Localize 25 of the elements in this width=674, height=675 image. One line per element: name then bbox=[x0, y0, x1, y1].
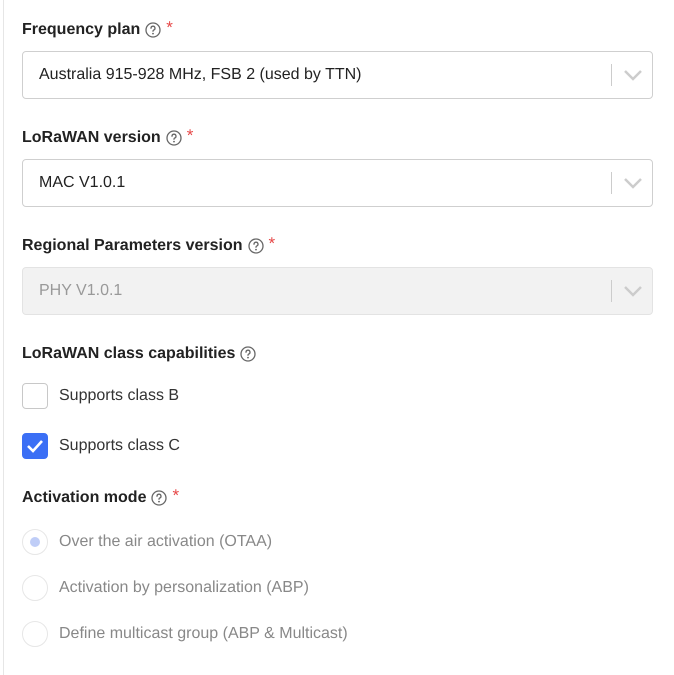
chevron-down-icon bbox=[622, 176, 644, 190]
chevron-down-icon bbox=[622, 284, 644, 298]
checkbox-label: Supports class C bbox=[59, 437, 180, 455]
checkbox[interactable] bbox=[22, 383, 48, 409]
select-field[interactable]: Australia 915-928 MHz, FSB 2 (used by TTN) bbox=[22, 51, 653, 99]
required-mark: * bbox=[172, 486, 180, 506]
required-mark: * bbox=[268, 234, 276, 254]
field-label: Activation mode bbox=[22, 489, 146, 507]
radio-label: Activation by personalization (ABP) bbox=[59, 579, 309, 597]
checkbox[interactable] bbox=[22, 433, 48, 459]
help-icon[interactable] bbox=[240, 346, 256, 362]
help-icon[interactable] bbox=[166, 130, 182, 146]
help-icon[interactable] bbox=[145, 22, 162, 38]
field-label: Regional Parameters version bbox=[22, 237, 243, 255]
checkbox-label: Supports class B bbox=[59, 387, 180, 405]
radio-label: Define multicast group (ABP & Multicast) bbox=[59, 625, 348, 643]
check-icon bbox=[26, 439, 44, 453]
select-field[interactable]: MAC V1.0.1 bbox=[22, 159, 653, 207]
radio-label: Over the air activation (OTAA) bbox=[59, 533, 272, 551]
chevron-down-icon bbox=[622, 68, 644, 82]
required-mark: * bbox=[166, 18, 173, 38]
required-mark: * bbox=[186, 126, 194, 146]
field-label: LoRaWAN version bbox=[22, 129, 161, 147]
field-label: LoRaWAN class capabilities bbox=[22, 345, 236, 363]
field-label: Frequency plan bbox=[22, 21, 140, 39]
